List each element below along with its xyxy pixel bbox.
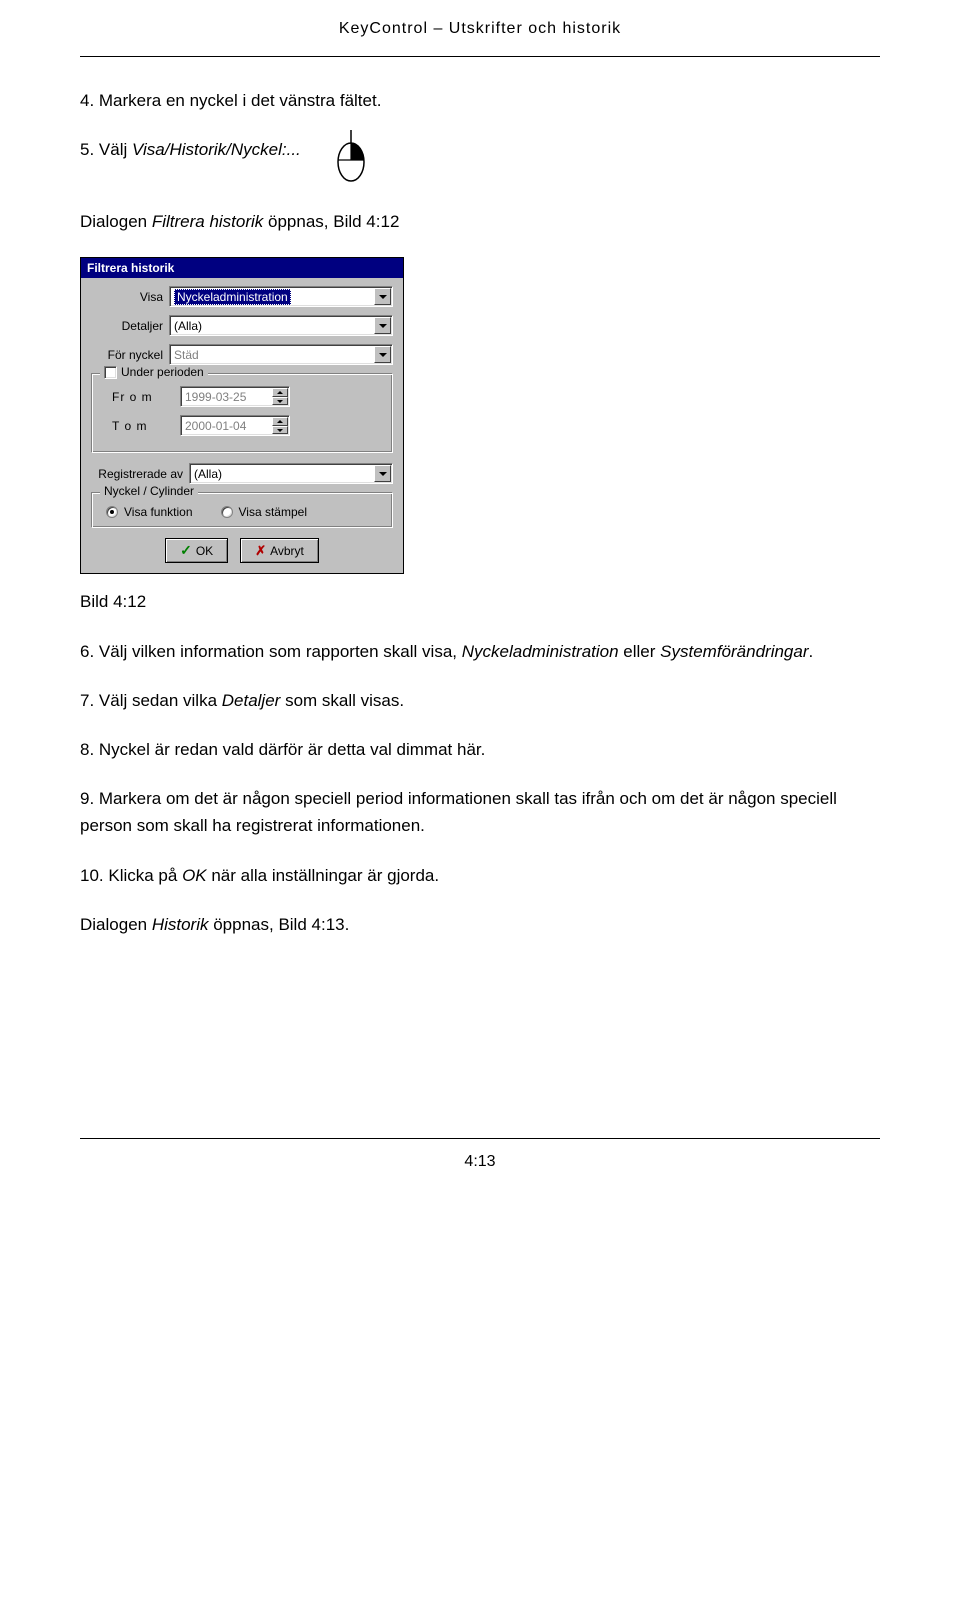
dialog-titlebar: Filtrera historik [81,258,403,278]
detaljer-label: Detaljer [91,319,163,333]
from-spinner-down[interactable] [272,397,288,406]
s6b: Nyckeladministration [462,642,619,661]
s6c: eller [619,642,661,661]
s7b: Detaljer [222,691,281,710]
s10b: OK [182,866,207,885]
header-divider [80,56,880,57]
step-10: 10. Klicka på OK när alla inställningar … [80,862,880,889]
under-perioden-fieldset: Under perioden Fr o m 1999-03-25 T o m [91,373,393,453]
s11c: öppnas, Bild 4:13. [209,915,350,934]
from-label: Fr o m [102,390,172,404]
t1: Dialogen [80,212,152,231]
detaljer-value: (Alla) [174,319,202,333]
visa-value: Nyckeladministration [174,289,291,305]
step-7: 7. Välj sedan vilka Detaljer som skall v… [80,687,880,714]
s7c: som skall visas. [280,691,404,710]
step-8: 8. Nyckel är redan vald därför är detta … [80,736,880,763]
ok-button[interactable]: ✓ OK [165,538,228,563]
filter-history-dialog: Filtrera historik Visa Nyckeladministrat… [80,257,404,574]
detaljer-combo[interactable]: (Alla) [169,315,393,336]
step-5-prefix: 5. Välj [80,140,132,159]
step-4: 4. Markera en nyckel i det vänstra fälte… [80,87,880,114]
s11b: Historik [152,915,209,934]
visa-stampel-label: Visa stämpel [239,505,307,519]
mouse-icon [331,130,371,184]
tom-date-input[interactable]: 2000-01-04 [180,415,290,436]
under-perioden-label: Under perioden [121,365,204,379]
visa-funktion-label: Visa funktion [124,505,193,519]
visa-funktion-radio[interactable] [106,506,118,518]
tom-value: 2000-01-04 [185,419,246,433]
visa-stampel-radio[interactable] [221,506,233,518]
tom-spinner-up[interactable] [272,417,288,426]
t3: öppnas, Bild 4:12 [263,212,399,231]
registrerade-av-combo[interactable]: (Alla) [189,463,393,484]
footer-divider [80,1138,880,1139]
nyckel-cylinder-label: Nyckel / Cylinder [104,484,194,498]
visa-combo-button[interactable] [374,288,391,305]
detaljer-combo-button[interactable] [374,317,391,334]
t2: Filtrera historik [152,212,263,231]
avbryt-button[interactable]: ✗ Avbryt [240,538,319,563]
figure-caption: Bild 4:12 [80,588,880,615]
s7a: 7. Välj sedan vilka [80,691,222,710]
s6e: . [809,642,814,661]
visa-label: Visa [91,290,163,304]
from-date-input[interactable]: 1999-03-25 [180,386,290,407]
registrerade-av-value: (Alla) [194,467,222,481]
for-nyckel-label: För nyckel [91,348,163,362]
step-11: Dialogen Historik öppnas, Bild 4:13. [80,911,880,938]
check-icon: ✓ [180,542,192,559]
for-nyckel-value: Städ [174,348,199,362]
s6a: 6. Välj vilken information som rapporten… [80,642,462,661]
s10a: 10. Klicka på [80,866,182,885]
visa-combo[interactable]: Nyckeladministration [169,286,393,307]
tom-spinner-down[interactable] [272,426,288,435]
tom-label: T o m [102,419,172,433]
for-nyckel-combo-button [374,346,391,363]
from-value: 1999-03-25 [185,390,246,404]
s6d: Systemförändringar [660,642,808,661]
page-footer: 4:13 [80,1153,880,1201]
step-9: 9. Markera om det är någon speciell peri… [80,785,880,839]
avbryt-label: Avbryt [270,544,304,558]
nyckel-cylinder-fieldset: Nyckel / Cylinder Visa funktion Visa stä… [91,492,393,528]
step-6: 6. Välj vilken information som rapporten… [80,638,880,665]
dialog-opens-text: Dialogen Filtrera historik öppnas, Bild … [80,208,880,235]
page-header: KeyControl – Utskrifter och historik [80,20,880,48]
ok-label: OK [196,544,213,558]
step-5: 5. Välj Visa/Historik/Nyckel:... [80,136,301,163]
from-spinner-up[interactable] [272,388,288,397]
s10c: när alla inställningar är gjorda. [207,866,439,885]
x-icon: ✗ [255,543,266,559]
s11a: Dialogen [80,915,152,934]
registrerade-av-combo-button[interactable] [374,465,391,482]
registrerade-av-label: Registrerade av [91,467,183,481]
under-perioden-checkbox[interactable] [104,366,117,379]
step-5-menu-path: Visa/Historik/Nyckel:... [132,140,301,159]
for-nyckel-combo: Städ [169,344,393,365]
